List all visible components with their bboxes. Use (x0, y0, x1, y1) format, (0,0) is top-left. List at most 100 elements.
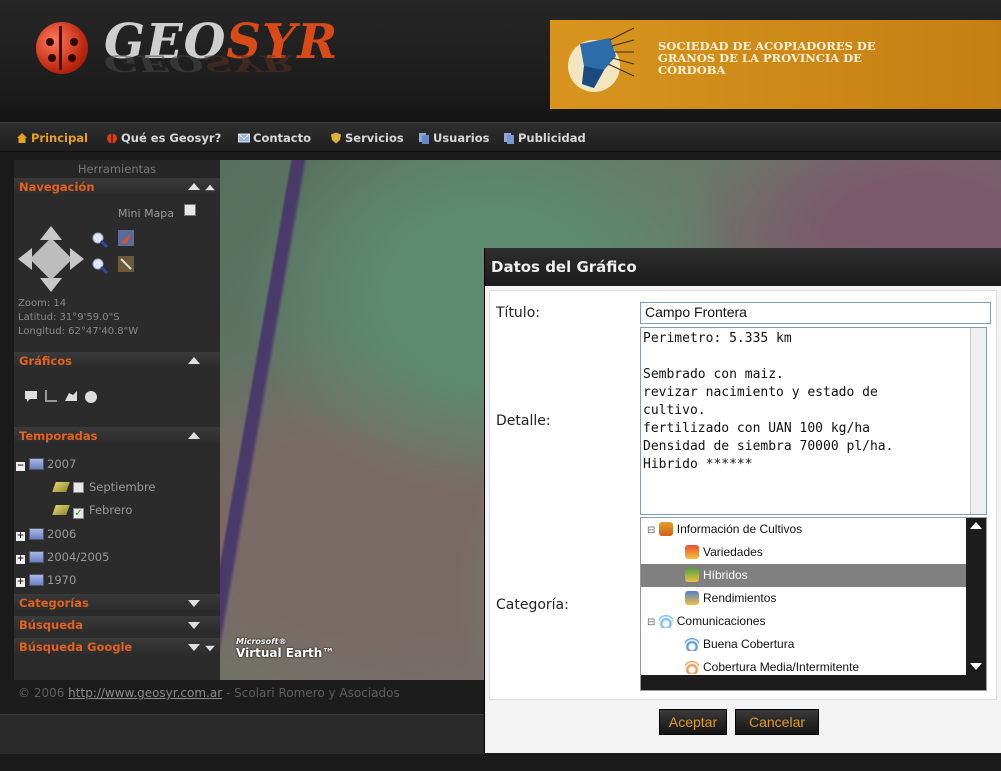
detalle-textarea[interactable]: Perimetro: 5.335 km Sembrado con maiz. r… (640, 327, 987, 515)
calendar-icon (29, 528, 44, 540)
chart-data-dialog: Datos del Gráfico Título: Campo Frontera… (484, 248, 1001, 753)
collapse-icon[interactable]: − (16, 462, 25, 471)
tree-item-2004-2005[interactable]: +2004/2005 (16, 550, 109, 564)
home-icon (17, 133, 27, 143)
febrero-checkbox[interactable]: ✓ (73, 508, 84, 519)
zoom-out-icon[interactable] (92, 258, 108, 274)
banner-text: SOCIEDAD DE ACOPIADORES DE GRANOS DE LA … (658, 39, 876, 77)
titulo-input[interactable]: Campo Frontera (640, 302, 991, 324)
septiembre-checkbox[interactable] (73, 482, 84, 493)
section-busqueda-google-header[interactable]: Búsqueda Google (14, 638, 220, 656)
scroll-down-icon[interactable] (205, 645, 215, 652)
pan-right-icon[interactable] (70, 248, 84, 270)
expand-icon[interactable]: + (16, 555, 25, 564)
bottom-bar (0, 714, 484, 754)
page-root: GEOSYR GEOSYR SOCIEDAD DE ACOPIADORES DE… (0, 0, 1001, 771)
users-icon (419, 133, 429, 144)
zoom-readout: Zoom: 14 (18, 298, 67, 309)
signal-icon (685, 637, 699, 651)
nav-que-es-geosyr[interactable]: Qué es Geosyr? (106, 131, 221, 145)
minimap-checkbox[interactable] (184, 204, 196, 216)
shield-icon (331, 132, 341, 144)
dialog-body: Título: Campo Frontera Detalle: Perimetr… (489, 290, 997, 700)
expand-down-icon[interactable] (188, 600, 200, 607)
medal-icon (658, 522, 673, 536)
pan-left-icon[interactable] (18, 248, 32, 270)
nav-contacto[interactable]: Contacto (238, 131, 311, 145)
scroll-up-icon[interactable] (970, 522, 982, 529)
tree-vertical-scrollbar[interactable] (966, 518, 986, 675)
tree-node-hibridos[interactable]: Híbridos (641, 564, 967, 587)
section-graficos-header[interactable]: Gráficos (14, 352, 220, 370)
collapse-up-icon[interactable] (188, 183, 200, 190)
virtual-earth-logo: Microsoft® Virtual Earth™ (236, 637, 335, 660)
calendar-icon (29, 551, 44, 563)
medal-icon (685, 568, 699, 582)
cancelar-button[interactable]: Cancelar (735, 709, 819, 735)
ladybug-logo-icon (36, 22, 88, 74)
nav-usuarios[interactable]: Usuarios (418, 131, 490, 145)
nav-servicios[interactable]: Servicios (330, 131, 404, 145)
categoria-tree[interactable]: ⊟ Información de Cultivos Variedades Híb… (640, 517, 987, 691)
tree-node-rendimientos[interactable]: Rendimientos (641, 587, 967, 610)
tools-title: Herramientas (14, 160, 220, 178)
scroll-up-icon[interactable] (205, 184, 215, 191)
collapse-up-icon[interactable] (188, 432, 200, 439)
nav-principal[interactable]: Principal (16, 131, 88, 145)
section-busqueda-header[interactable]: Búsqueda (14, 616, 220, 634)
tree-horizontal-scrollbar[interactable] (641, 675, 986, 690)
latitude-readout: Latitud: 31°9'59.0"S (18, 312, 120, 323)
logo-reflection: GEOSYR (104, 50, 295, 76)
tree-item-septiembre[interactable]: Septiembre (52, 480, 156, 494)
dialog-title[interactable]: Datos del Gráfico (485, 248, 1001, 286)
categoria-label: Categoría: (496, 597, 569, 613)
marker-tool-icon[interactable] (24, 390, 38, 402)
zoom-in-icon[interactable] (92, 232, 108, 248)
section-navegacion-header[interactable]: Navegación (14, 178, 220, 196)
calendar-icon (29, 574, 44, 586)
polygon-tool-icon[interactable] (64, 390, 78, 402)
medal-icon (685, 591, 699, 605)
circle-tool-icon[interactable] (84, 390, 98, 404)
expand-icon[interactable]: + (16, 532, 25, 541)
signal-icon (658, 614, 673, 628)
minimap-label: Mini Mapa (118, 207, 175, 220)
detalle-scrollbar[interactable] (970, 328, 986, 514)
compass-icon[interactable] (118, 230, 134, 246)
line-tool-icon[interactable] (44, 390, 58, 402)
pan-up-icon[interactable] (40, 226, 62, 240)
layer-icon (52, 505, 70, 515)
measure-icon[interactable] (118, 256, 134, 272)
megaphone-icon (504, 133, 514, 144)
collapse-up-icon[interactable] (188, 357, 200, 364)
medal-icon (685, 545, 699, 559)
section-categorias-header[interactable]: Categorías (14, 594, 220, 612)
tree-node-comunicaciones[interactable]: ⊟ Comunicaciones (641, 610, 967, 633)
expand-down-icon[interactable] (188, 644, 200, 651)
tree-item-1970[interactable]: +1970 (16, 573, 76, 587)
tree-item-2007[interactable]: −2007 (16, 457, 76, 471)
expand-icon[interactable]: + (16, 578, 25, 587)
section-temporadas-header[interactable]: Temporadas (14, 427, 220, 445)
pan-control[interactable] (18, 226, 84, 292)
footer-link[interactable]: http://www.geosyr.com.ar (68, 686, 222, 700)
tree-item-febrero[interactable]: ✓ Febrero (52, 503, 132, 519)
aceptar-button[interactable]: Aceptar (659, 709, 727, 735)
tree-node-variedades[interactable]: Variedades (641, 541, 967, 564)
signal-icon (685, 660, 699, 674)
scroll-down-icon[interactable] (970, 663, 982, 670)
tools-panel: Herramientas Navegación Mini Mapa Zoom: … (14, 160, 220, 680)
tree-item-2006[interactable]: +2006 (16, 527, 76, 541)
sponsor-banner[interactable]: SOCIEDAD DE ACOPIADORES DE GRANOS DE LA … (550, 20, 1001, 109)
tree-node-buena-cobertura[interactable]: Buena Cobertura (641, 633, 967, 656)
titulo-label: Título: (496, 305, 540, 321)
pan-down-icon[interactable] (40, 278, 62, 292)
expand-down-icon[interactable] (188, 622, 200, 629)
calendar-icon (29, 458, 44, 470)
pan-center-icon[interactable] (29, 237, 73, 281)
longitude-readout: Longitud: 62°47'40.8"W (18, 326, 139, 337)
nav-publicidad[interactable]: Publicidad (503, 131, 586, 145)
footer-text: © 2006 http://www.geosyr.com.ar - Scolar… (18, 686, 400, 700)
tree-node-informacion-cultivos[interactable]: ⊟ Información de Cultivos (641, 518, 967, 541)
province-emblem-icon (568, 27, 634, 92)
